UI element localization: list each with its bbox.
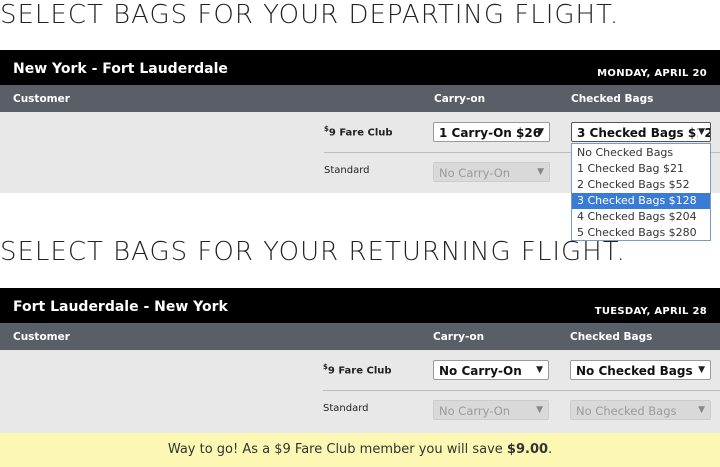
column-checked-bags: Checked Bags [571,93,654,105]
chevron-down-icon: ▼ [537,127,544,137]
chevron-down-icon: ▼ [698,405,705,415]
returning-route: Fort Lauderdale - New York [13,299,228,315]
departing-fare-club-checked-select[interactable]: 3 Checked Bags $128 ▼ [571,122,711,142]
chevron-down-icon: ▼ [536,405,543,415]
column-customer: Customer [13,331,70,343]
returning-date: TUESDAY, APRIL 28 [594,306,707,317]
row-divider [323,390,720,391]
returning-passengers: $9 Fare Club No Carry-On ▼ No Checked Bag… [0,350,720,433]
savings-suffix: . [548,442,553,457]
returning-route-bar: Fort Lauderdale - New York TUESDAY, APRI… [0,288,720,326]
fare-club-label: $9 Fare Club [324,125,393,139]
checked-option-selected[interactable]: 3 Checked Bags $128 [572,193,710,209]
returning-heading: SELECT BAGS FOR YOUR RETURNING FLIGHT. [0,237,626,267]
chevron-down-icon: ▼ [698,127,705,137]
departing-heading: SELECT BAGS FOR YOUR DEPARTING FLIGHT. [0,0,620,30]
checked-option[interactable]: No Checked Bags [572,145,710,161]
departing-fare-club-carry-on-select[interactable]: 1 Carry-On $26 ▼ [433,122,550,142]
chevron-down-icon: ▼ [536,365,543,375]
returning-fare-club-checked-select[interactable]: No Checked Bags ▼ [570,360,711,380]
returning-standard-carry-on-select[interactable]: No Carry-On ▼ [433,400,549,420]
returning-fare-club-carry-on-select[interactable]: No Carry-On ▼ [433,360,549,380]
savings-banner: Way to go! As a $9 Fare Club member you … [0,433,720,467]
checked-bags-dropdown[interactable]: No Checked Bags 1 Checked Bag $21 2 Chec… [571,143,711,241]
departing-route: New York - Fort Lauderdale [13,61,228,77]
departing-standard-carry-on-select[interactable]: No Carry-On ▼ [433,162,550,182]
column-customer: Customer [13,93,70,105]
departing-column-header: Customer Carry-on Checked Bags [0,85,720,112]
returning-standard-checked-select[interactable]: No Checked Bags ▼ [570,400,711,420]
checked-option[interactable]: 4 Checked Bags $204 [572,209,710,225]
departing-route-bar: New York - Fort Lauderdale MONDAY, APRIL… [0,50,720,88]
savings-text: Way to go! As a $9 Fare Club member you … [167,442,507,457]
chevron-down-icon: ▼ [698,365,705,375]
returning-column-header: Customer Carry-on Checked Bags [0,323,720,350]
standard-label: Standard [324,165,370,176]
column-carry-on: Carry-on [433,331,485,343]
departing-date: MONDAY, APRIL 20 [597,68,707,79]
chevron-down-icon: ▼ [537,167,544,177]
checked-option[interactable]: 2 Checked Bags $52 [572,177,710,193]
savings-amount: $9.00 [506,442,549,457]
fare-club-label: $9 Fare Club [323,363,392,377]
column-checked-bags: Checked Bags [570,331,653,343]
standard-label: Standard [323,403,369,414]
checked-option[interactable]: 1 Checked Bag $21 [572,161,710,177]
column-carry-on: Carry-on [434,93,486,105]
